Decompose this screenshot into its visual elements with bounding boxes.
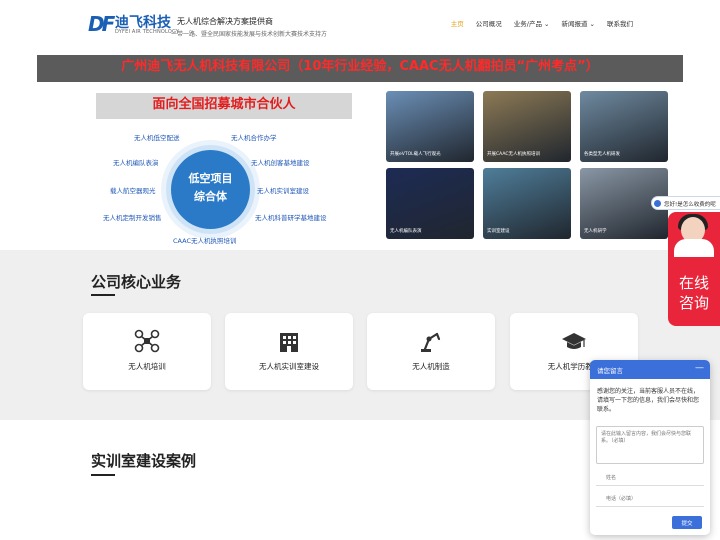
partner-tag: CAAC无人机执照培训 <box>173 237 237 245</box>
logo-subtext: DYFEI AIR TECHNOLOGY <box>115 29 180 35</box>
main-nav: 主页 公司概况 业务/产品 ⌄ 新闻报道 ⌄ 联系我们 <box>451 18 633 28</box>
message-textarea[interactable] <box>596 426 704 464</box>
consult-bubble-text: 您好!是怎么收费的呢 <box>664 202 716 208</box>
hero-banner: 广州迪飞无人机科技有限公司（10年行业经验，CAAC无人机翻拍员“广州考点”） <box>37 55 683 82</box>
service-label: 无人机实训室建设 <box>259 362 319 371</box>
service-label: 无人机培训 <box>128 362 166 371</box>
consult-text-line2: 咨询 <box>678 294 709 312</box>
project-center-circle: 低空项目 综合体 <box>171 150 250 229</box>
widget-title: 请您留言 <box>597 367 623 375</box>
photo-caption: 开展CAAC无人机执照培训 <box>487 152 540 157</box>
nav-contact[interactable]: 联系我们 <box>607 18 633 28</box>
chat-dot-icon <box>654 200 661 207</box>
phone-input[interactable] <box>596 492 704 507</box>
photo-caption: 无人机编队表演 <box>390 229 422 234</box>
services-title: 公司核心业务 <box>91 273 182 291</box>
partner-tag: 无人机合作办学 <box>231 134 277 142</box>
slogan-subtitle: 一带一路、暨全民国家技能发展与技术创新大赛技术支持方 <box>171 31 328 38</box>
consult-text-line1: 在线 <box>678 274 709 292</box>
photo-caption: 各类型无人机研发 <box>584 152 620 157</box>
partner-heading-text: 面向全国招募城市合伙人 <box>152 97 296 112</box>
graduation-cap-icon <box>510 329 638 353</box>
building-icon <box>225 329 353 353</box>
photo-caption: 实训室建设 <box>487 229 510 234</box>
online-consult-button[interactable]: 在线 咨询 <box>668 212 720 326</box>
service-card-lab[interactable]: 无人机实训室建设 <box>225 313 353 390</box>
partner-heading: 面向全国招募城市合伙人 <box>96 93 352 119</box>
title-underline <box>91 294 115 296</box>
partner-tag: 无人机科普研学基地建设 <box>255 214 327 222</box>
partner-tag: 无人机创客基地建设 <box>251 159 310 167</box>
name-input[interactable] <box>596 471 704 486</box>
robot-arm-icon <box>367 329 495 353</box>
photo-show: 无人机编队表演 <box>386 168 474 239</box>
consult-bubble[interactable]: 您好!是怎么收费的呢 <box>651 196 720 210</box>
partner-tag: 无人机编队表演 <box>113 159 159 167</box>
partner-tag: 无人机实训室建设 <box>257 187 309 195</box>
service-card-manufacturing[interactable]: 无人机制造 <box>367 313 495 390</box>
drone-icon <box>83 329 211 353</box>
photo-evtol: 开展eVTOL载人飞行观光 <box>386 91 474 162</box>
cases-title: 实训室建设案例 <box>91 452 197 470</box>
leave-message-widget: 请您留言 — 感谢您的关注，当前客服人员不在线，请填写一下您的信息，我们会尽快和… <box>590 360 710 535</box>
service-card-training[interactable]: 无人机培训 <box>83 313 211 390</box>
photo-caption: 无人机研学 <box>584 229 607 234</box>
photo-lab: 实训室建设 <box>483 168 571 239</box>
photo-training: 开展CAAC无人机执照培训 <box>483 91 571 162</box>
site-header: DF 迪飞科技 DYFEI AIR TECHNOLOGY 无人机综合解决方案提供… <box>0 0 720 48</box>
widget-header: 请您留言 — <box>590 360 710 379</box>
submit-button[interactable]: 提交 <box>672 516 702 529</box>
photo-caption: 开展eVTOL载人飞行观光 <box>390 152 441 157</box>
service-label: 无人机制造 <box>412 362 450 371</box>
partner-tag: 无人机定制开发销售 <box>103 214 162 222</box>
nav-news[interactable]: 新闻报道 ⌄ <box>561 18 595 28</box>
widget-intro: 感谢您的关注，当前客服人员不在线，请填写一下您的信息，我们会尽快和您联系。 <box>597 388 700 413</box>
title-underline <box>91 474 115 476</box>
slogan-title: 无人机综合解决方案提供商 <box>177 17 273 26</box>
partner-tag: 载人航空器观光 <box>110 187 156 195</box>
logo-mark: DF <box>88 12 115 36</box>
agent-avatar-body <box>674 239 714 257</box>
photo-rnd: 各类型无人机研发 <box>580 91 668 162</box>
banner-text: 广州迪飞无人机科技有限公司（10年行业经验，CAAC无人机翻拍员“广州考点”） <box>121 59 599 74</box>
minimize-icon[interactable]: — <box>695 363 704 373</box>
nav-products[interactable]: 业务/产品 ⌄ <box>514 18 550 28</box>
nav-about[interactable]: 公司概况 <box>476 18 502 28</box>
partner-tag: 无人机低空配送 <box>134 134 180 142</box>
site-logo[interactable]: DF 迪飞科技 DYFEI AIR TECHNOLOGY <box>88 11 179 37</box>
circle-line2: 综合体 <box>194 190 227 203</box>
circle-line1: 低空项目 <box>188 172 233 185</box>
nav-home[interactable]: 主页 <box>451 18 464 28</box>
